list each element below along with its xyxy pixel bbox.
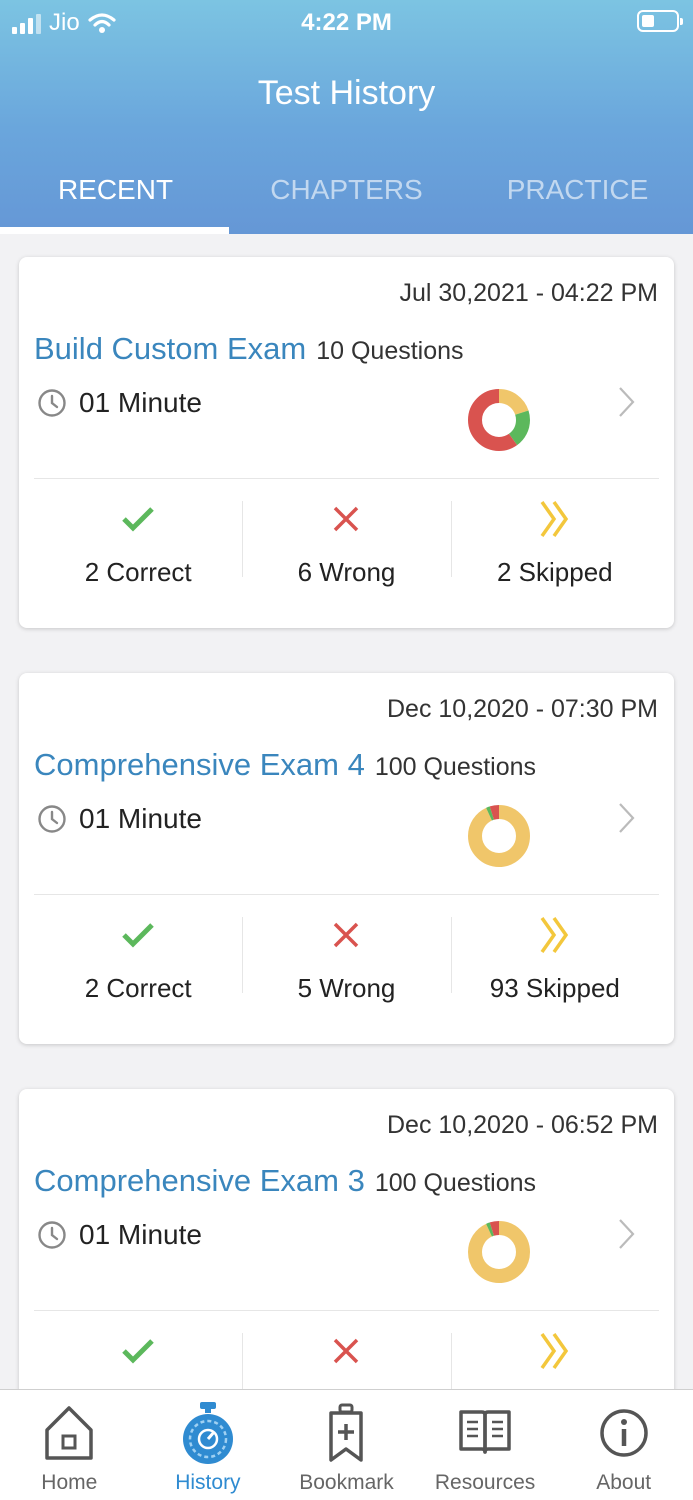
duration-text: 01 Minute xyxy=(79,1219,202,1250)
tab-recent[interactable]: RECENT xyxy=(0,166,231,234)
clock-icon xyxy=(38,389,66,417)
tab-practice[interactable]: PRACTICE xyxy=(462,166,693,234)
correct-stat: 2 Correct xyxy=(34,913,242,1023)
test-name: Build Custom Exam 10 Questions xyxy=(34,331,464,367)
score-donut-chart xyxy=(468,389,530,451)
close-icon xyxy=(334,1338,359,1364)
nav-about[interactable]: About xyxy=(554,1390,693,1500)
double-chevron-icon xyxy=(540,1332,568,1370)
question-count: 10 Questions xyxy=(316,337,464,365)
nav-label: Home xyxy=(41,1471,98,1494)
wrong-label: 5 Wrong xyxy=(297,973,396,1003)
test-name-text: Build Custom Exam xyxy=(34,331,307,366)
check-icon xyxy=(122,923,154,948)
test-duration: 01 Minute xyxy=(37,803,202,835)
status-bar: Jio 4:22 PM xyxy=(0,0,693,48)
question-count: 100 Questions xyxy=(374,1169,537,1197)
double-chevron-icon xyxy=(540,500,568,538)
nav-label: Resources xyxy=(434,1471,536,1494)
score-donut-chart xyxy=(468,805,530,867)
bottom-nav: Home History Bookmark Resources About xyxy=(0,1389,693,1500)
test-name: Comprehensive Exam 3 100 Questions xyxy=(34,1163,536,1199)
close-icon xyxy=(334,506,359,532)
wrong-label: 6 Wrong xyxy=(297,557,396,587)
chevron-right-icon[interactable] xyxy=(617,385,637,419)
chevron-right-icon[interactable] xyxy=(617,801,637,835)
test-date: Jul 30,2021 - 04:22 PM xyxy=(399,279,659,307)
divider xyxy=(34,894,659,895)
check-icon xyxy=(122,507,154,532)
test-name-text: Comprehensive Exam 3 xyxy=(34,1163,365,1198)
test-date: Dec 10,2020 - 06:52 PM xyxy=(387,1111,658,1139)
skipped-stat: 2 Skipped xyxy=(450,497,659,607)
page-title: Test History xyxy=(257,74,436,112)
nav-bookmark[interactable]: Bookmark xyxy=(277,1390,416,1500)
test-history-card[interactable]: Dec 10,2020 - 07:30 PM Comprehensive Exa… xyxy=(19,673,674,1044)
skipped-label: 2 Skipped xyxy=(496,557,613,587)
chevron-right-icon[interactable] xyxy=(617,1217,637,1251)
test-history-card[interactable]: Jul 30,2021 - 04:22 PM Build Custom Exam… xyxy=(19,257,674,628)
divider xyxy=(34,1310,659,1311)
check-icon xyxy=(122,1339,154,1364)
test-duration: 01 Minute xyxy=(37,387,202,419)
donut-segment-skipped xyxy=(468,1221,530,1283)
result-stats: 2 Correct 6 Wrong 2 Skipped xyxy=(34,497,659,607)
home-icon xyxy=(38,1400,100,1466)
clock-icon xyxy=(38,1221,66,1249)
nav-home[interactable]: Home xyxy=(0,1390,139,1500)
bookmark-icon xyxy=(315,1400,377,1466)
nav-resources[interactable]: Resources xyxy=(416,1390,555,1500)
clock-icon xyxy=(38,805,66,833)
divider xyxy=(34,478,659,479)
test-name: Comprehensive Exam 4 100 Questions xyxy=(34,747,536,783)
close-icon xyxy=(334,922,359,948)
nav-label: Bookmark xyxy=(299,1471,394,1494)
test-name-text: Comprehensive Exam 4 xyxy=(34,747,365,782)
stopwatch-icon xyxy=(177,1400,239,1466)
question-count: 100 Questions xyxy=(374,753,537,781)
correct-label: 2 Correct xyxy=(84,973,192,1003)
skipped-label: 93 Skipped xyxy=(489,973,620,1003)
status-time: 4:22 PM xyxy=(301,9,392,36)
double-chevron-icon xyxy=(540,916,568,954)
duration-text: 01 Minute xyxy=(79,803,202,834)
battery-icon xyxy=(637,10,683,32)
book-icon xyxy=(454,1400,516,1466)
skipped-stat: 93 Skipped xyxy=(450,913,659,1023)
app-header: Jio 4:22 PM Test History RECENT CHAPTERS… xyxy=(0,0,693,234)
tab-bar: RECENT CHAPTERS PRACTICE xyxy=(0,166,693,234)
tab-chapters[interactable]: CHAPTERS xyxy=(231,166,462,234)
test-date: Dec 10,2020 - 07:30 PM xyxy=(387,695,658,723)
nav-history[interactable]: History xyxy=(139,1390,278,1500)
donut-segment-skipped xyxy=(468,805,530,867)
result-stats: 2 Correct 5 Wrong 93 Skipped xyxy=(34,913,659,1023)
test-duration: 01 Minute xyxy=(37,1219,202,1251)
correct-label: 2 Correct xyxy=(84,557,192,587)
nav-label: History xyxy=(175,1471,241,1494)
score-donut-chart xyxy=(468,1221,530,1283)
correct-stat: 2 Correct xyxy=(34,497,242,607)
duration-text: 01 Minute xyxy=(79,387,202,418)
nav-label: About xyxy=(596,1471,652,1494)
wrong-stat: 5 Wrong xyxy=(242,913,450,1023)
info-icon xyxy=(593,1400,655,1466)
wrong-stat: 6 Wrong xyxy=(242,497,450,607)
